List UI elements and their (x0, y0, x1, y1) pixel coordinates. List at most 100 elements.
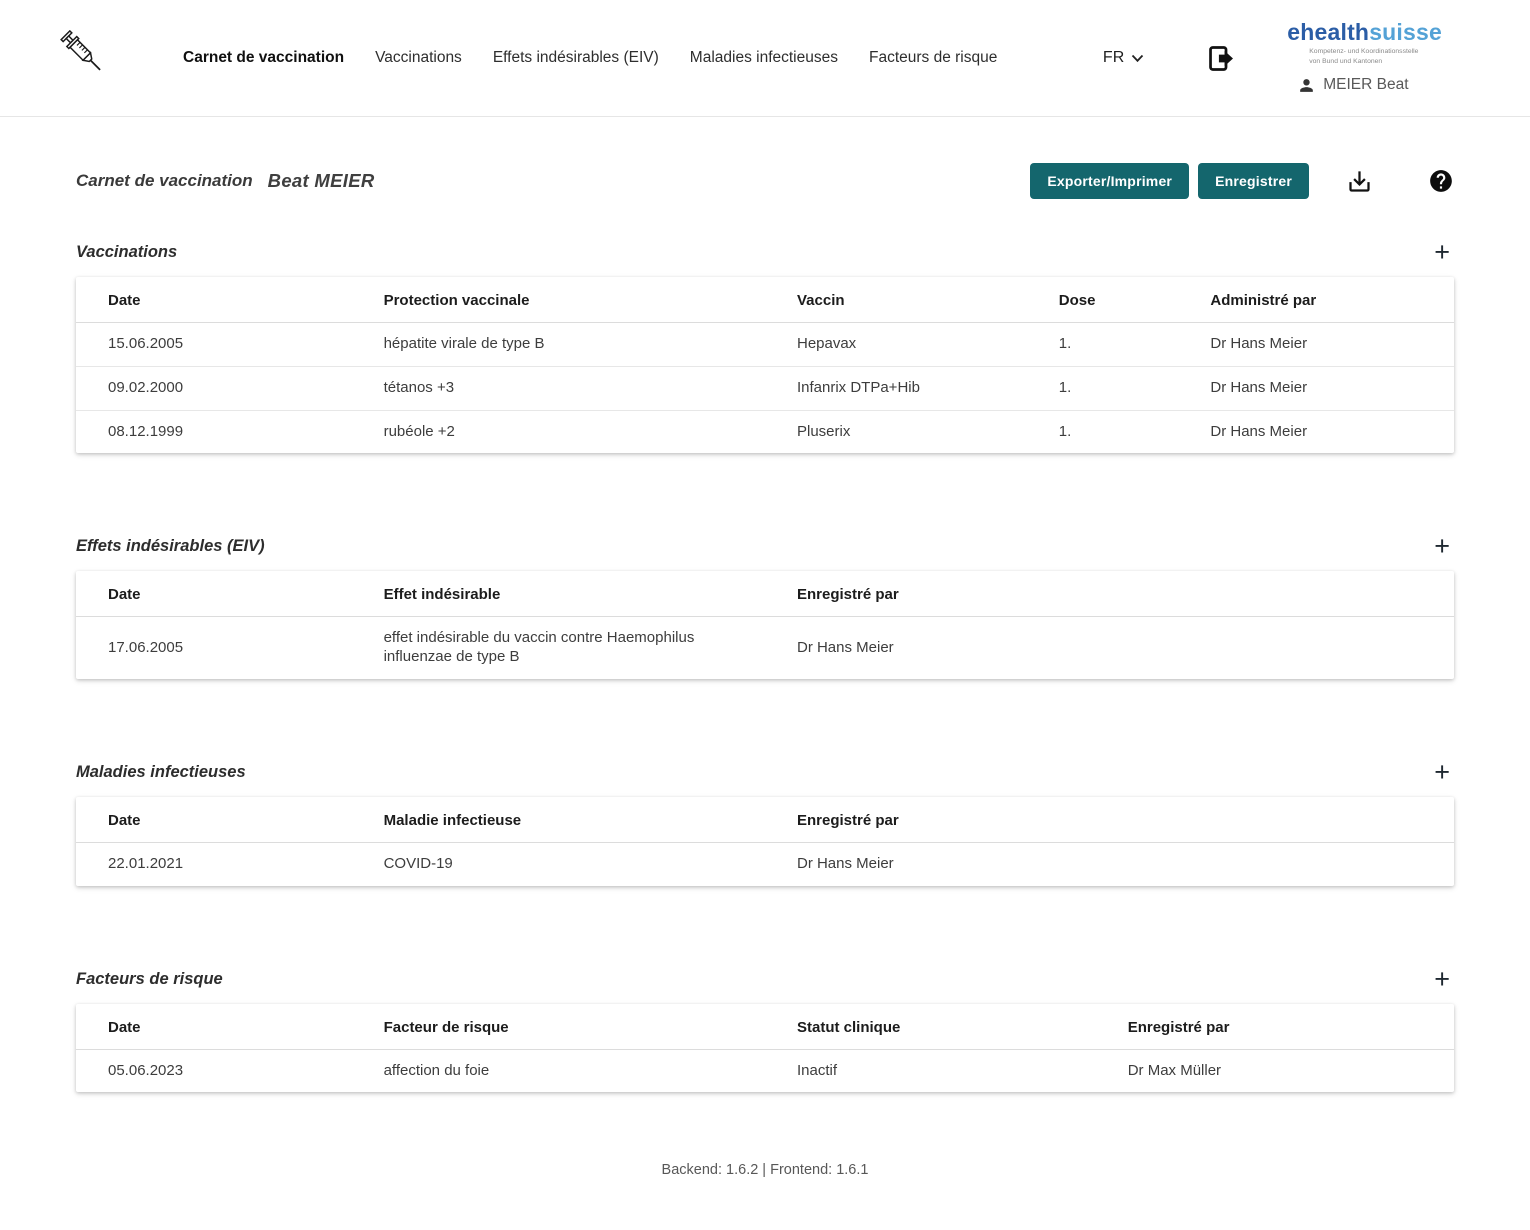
language-code: FR (1103, 49, 1124, 67)
section-vaccinations: Vaccinations+DateProtection vaccinaleVac… (76, 239, 1454, 453)
column-header-facteur-de-risque: Facteur de risque (352, 1004, 765, 1050)
column-header-maladie-infectieuse: Maladie infectieuse (352, 797, 765, 843)
section-header: Vaccinations + (76, 239, 1454, 266)
section-title: Effets indésirables (EIV) (76, 537, 265, 556)
add-facteurs-de-risque-icon[interactable]: + (1430, 966, 1454, 993)
table-row[interactable]: 05.06.2023affection du foieInactifDr Max… (76, 1049, 1454, 1092)
table-card: DateMaladie infectieuseEnregistré par22.… (76, 797, 1454, 886)
page-header: Carnet de vaccination Beat MEIER Exporte… (76, 163, 1454, 199)
data-table: DateFacteur de risqueStatut cliniqueEnre… (76, 1004, 1454, 1093)
user-info: MEIER Beat (1297, 76, 1408, 95)
section-header: Effets indésirables (EIV) + (76, 533, 1454, 560)
table-cell: Dr Hans Meier (1178, 366, 1454, 410)
download-icon (1346, 168, 1373, 195)
table-cell: Pluserix (765, 410, 1027, 453)
table-row[interactable]: 22.01.2021COVID-19Dr Hans Meier (76, 842, 1454, 885)
table-card: DateFacteur de risqueStatut cliniqueEnre… (76, 1004, 1454, 1093)
help-icon (1428, 168, 1454, 194)
column-header-date: Date (76, 571, 352, 617)
ehealthsuisse-logo: ehealthsuisse Kompetenz- und Koordinatio… (1287, 21, 1442, 95)
table-cell: Dr Hans Meier (765, 842, 1454, 885)
section-maladies-infectieuses: Maladies infectieuses + DateMaladie infect… (76, 759, 1454, 886)
table-cell: COVID-19 (352, 842, 765, 885)
save-button[interactable]: Enregistrer (1198, 163, 1309, 199)
user-name: MEIER Beat (1323, 76, 1408, 94)
column-header-vaccin: Vaccin (765, 277, 1027, 323)
column-header-administr-par: Administré par (1178, 277, 1454, 323)
logo-subline: Kompetenz- und Koordinationsstelle von B… (1309, 47, 1418, 67)
table-cell: affection du foie (352, 1049, 765, 1092)
column-header-enregistr-par: Enregistré par (1096, 1004, 1454, 1050)
logo-wordmark: ehealthsuisse (1287, 21, 1442, 44)
patient-name: Beat MEIER (268, 170, 375, 192)
table-cell: rubéole +2 (352, 410, 765, 453)
table-cell: Infanrix DTPa+Hib (765, 366, 1027, 410)
section-title: Vaccinations (76, 243, 177, 262)
data-table: DateEffet indésirableEnregistré par17.06… (76, 571, 1454, 679)
table-cell: 09.02.2000 (76, 366, 352, 410)
version-footer: Backend: 1.6.2 | Frontend: 1.6.1 (76, 1162, 1454, 1204)
table-cell: tétanos +3 (352, 366, 765, 410)
add-vaccinations-icon[interactable]: + (1430, 239, 1454, 266)
table-cell: hépatite virale de type B (352, 323, 765, 367)
data-table: DateMaladie infectieuseEnregistré par22.… (76, 797, 1454, 886)
header-actions: Exporter/Imprimer Enregistrer (1030, 163, 1454, 199)
column-header-date: Date (76, 797, 352, 843)
column-header-dose: Dose (1027, 277, 1179, 323)
nav-item-carnet-de-vaccination[interactable]: Carnet de vaccination (183, 49, 344, 67)
add-effets-ind-sirables-eiv-icon[interactable]: + (1430, 533, 1454, 560)
column-header-enregistr-par: Enregistré par (765, 571, 1454, 617)
section-header: Facteurs de risque + (76, 966, 1454, 993)
sections: Vaccinations+DateProtection vaccinaleVac… (76, 239, 1454, 1092)
table-cell: Dr Hans Meier (765, 617, 1454, 679)
logo-subline-2: von Bund und Kantonen (1309, 57, 1418, 67)
section-effets-ind-sirables-eiv: Effets indésirables (EIV) + DateEffet indé… (76, 533, 1454, 679)
logout-icon (1206, 43, 1237, 74)
column-header-statut-clinique: Statut clinique (765, 1004, 1096, 1050)
column-header-protection-vaccinale: Protection vaccinale (352, 277, 765, 323)
top-nav: Carnet de vaccination Vaccinations Effets … (0, 0, 1530, 117)
column-header-enregistr-par: Enregistré par (765, 797, 1454, 843)
section-title: Facteurs de risque (76, 970, 223, 989)
table-card: DateEffet indésirableEnregistré par17.06… (76, 571, 1454, 679)
section-header: Maladies infectieuses + (76, 759, 1454, 786)
chevron-down-icon (1131, 54, 1144, 63)
section-facteurs-de-risque: Facteurs de risque + DateFacteur de risque… (76, 966, 1454, 1093)
logo-part1: ehealth (1287, 19, 1369, 45)
table-cell: Hepavax (765, 323, 1027, 367)
table-cell: Dr Hans Meier (1178, 323, 1454, 367)
table-cell: Dr Hans Meier (1178, 410, 1454, 453)
table-cell: Dr Max Müller (1096, 1049, 1454, 1092)
table-cell: Inactif (765, 1049, 1096, 1092)
table-row[interactable]: 08.12.1999rubéole +2Pluserix1.Dr Hans Me… (76, 410, 1454, 453)
column-header-date: Date (76, 277, 352, 323)
syringe-icon (55, 30, 111, 86)
add-maladies-infectieuses-icon[interactable]: + (1430, 759, 1454, 786)
logout-button[interactable] (1206, 43, 1237, 74)
page-title: Carnet de vaccination (76, 171, 253, 191)
table-cell: 1. (1027, 366, 1179, 410)
nav-item-vaccinations[interactable]: Vaccinations (375, 49, 462, 67)
column-header-date: Date (76, 1004, 352, 1050)
section-title: Maladies infectieuses (76, 763, 246, 782)
nav-item-effets-ind-sirables-eiv[interactable]: Effets indésirables (EIV) (493, 49, 659, 67)
table-cell: 1. (1027, 410, 1179, 453)
table-row[interactable]: 15.06.2005hépatite virale de type BHepav… (76, 323, 1454, 367)
table-cell: 22.01.2021 (76, 842, 352, 885)
nav-item-maladies-infectieuses[interactable]: Maladies infectieuses (690, 49, 838, 67)
table-row[interactable]: 17.06.2005effet indésirable du vaccin co… (76, 617, 1454, 679)
table-cell: 08.12.1999 (76, 410, 352, 453)
column-header-effet-ind-sirable: Effet indésirable (352, 571, 765, 617)
logo-subline-1: Kompetenz- und Koordinationsstelle (1309, 47, 1418, 57)
nav-item-facteurs-de-risque[interactable]: Facteurs de risque (869, 49, 997, 67)
export-print-button[interactable]: Exporter/Imprimer (1030, 163, 1189, 199)
main-content: Carnet de vaccination Beat MEIER Exporte… (0, 163, 1530, 1204)
help-button[interactable] (1428, 168, 1454, 194)
table-cell: 15.06.2005 (76, 323, 352, 367)
logo-part2: suisse (1369, 19, 1442, 45)
person-icon (1297, 76, 1316, 95)
download-button[interactable] (1346, 168, 1373, 195)
nav-links: Carnet de vaccination Vaccinations Effets … (183, 49, 997, 67)
table-row[interactable]: 09.02.2000tétanos +3Infanrix DTPa+Hib1.D… (76, 366, 1454, 410)
language-selector[interactable]: FR (1103, 49, 1144, 67)
